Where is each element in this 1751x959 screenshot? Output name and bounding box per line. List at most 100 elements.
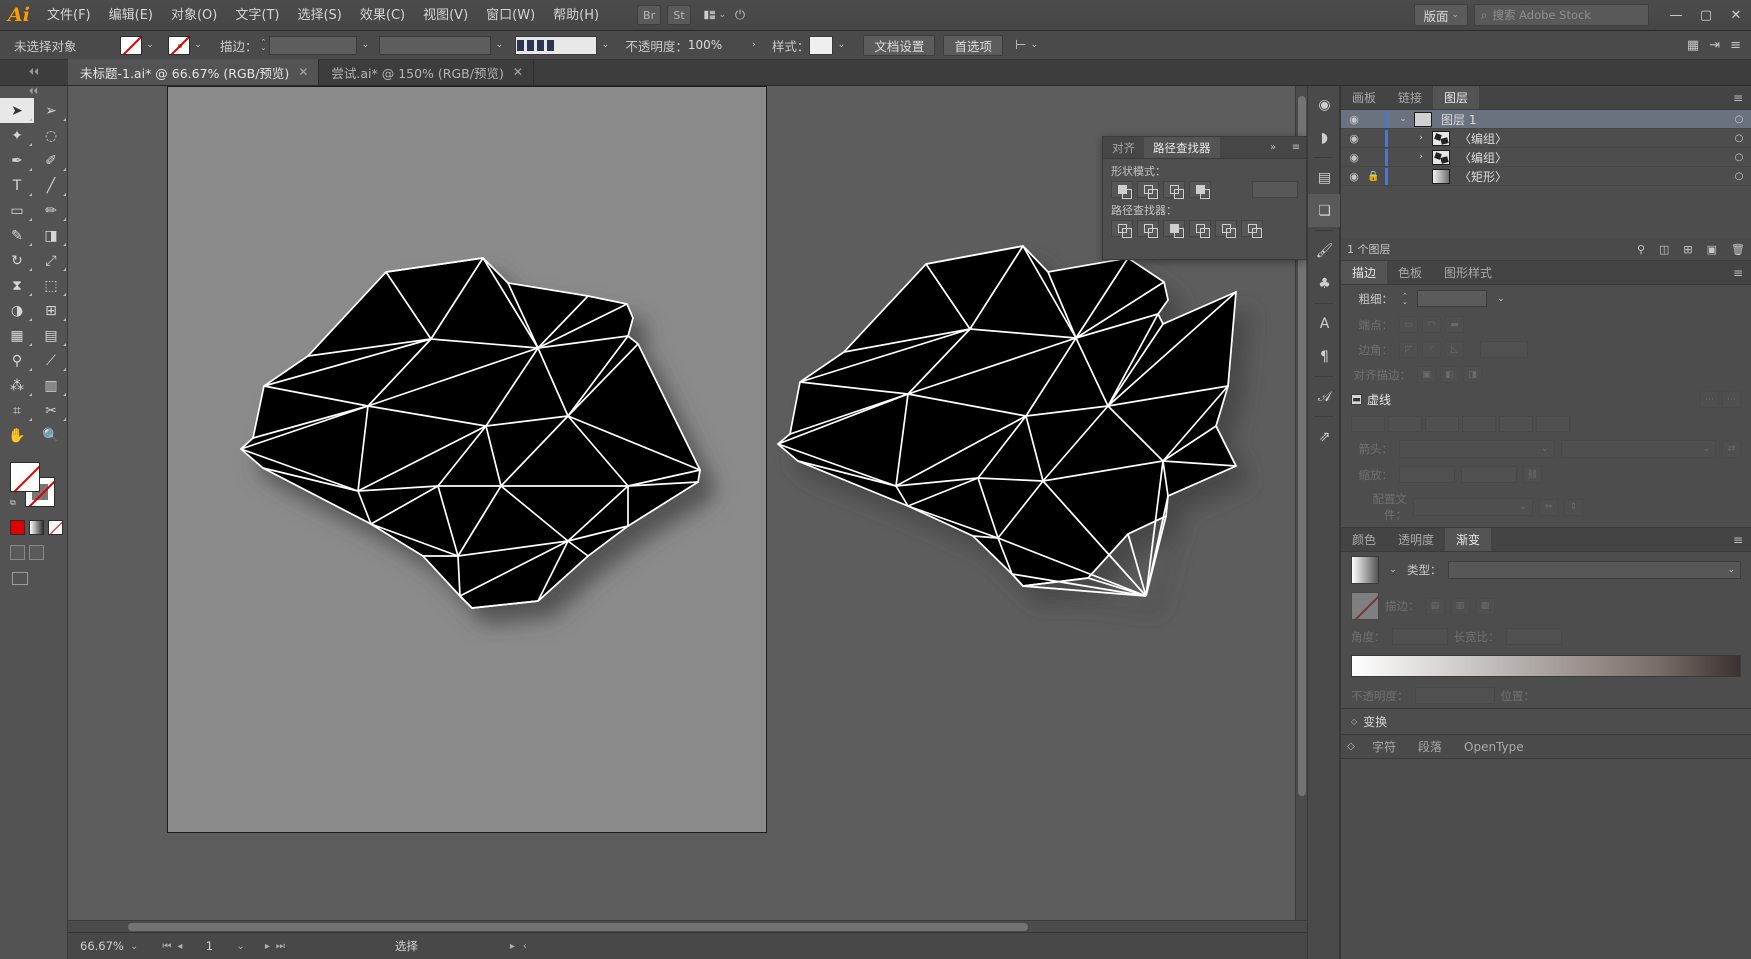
first-artboard-icon[interactable]: ⏮ xyxy=(162,941,171,952)
round-join-button[interactable]: ◜ xyxy=(1422,341,1441,358)
curvature-tool[interactable]: ✐ xyxy=(34,148,68,173)
gradient-fill-stroke-swatch[interactable] xyxy=(1351,592,1379,620)
menu-window[interactable]: 窗口(W) xyxy=(477,0,544,31)
align-inside-button[interactable]: ◧ xyxy=(1440,366,1459,383)
scale-tool[interactable]: ⤢ xyxy=(34,248,68,273)
maximize-button[interactable]: ▢ xyxy=(1691,0,1721,31)
projecting-cap-button[interactable]: ▬ xyxy=(1445,316,1464,333)
visibility-icon[interactable]: ◉ xyxy=(1346,132,1362,145)
canvas-horizontal-scroll-thumb[interactable] xyxy=(128,923,1028,931)
zoom-chevron-icon[interactable]: ⌄ xyxy=(130,941,138,952)
stroke-weight-chevron-icon[interactable]: ⌄ xyxy=(357,36,373,55)
transform-panel-header[interactable]: ◇ 变换 xyxy=(1341,709,1751,735)
visibility-icon[interactable]: ◉ xyxy=(1346,113,1362,126)
polygon-mesh-right[interactable] xyxy=(776,245,1238,597)
magic-wand-tool[interactable]: ✦ xyxy=(0,123,34,148)
artboard-number-input[interactable]: 1 xyxy=(188,939,230,953)
dash-input-1[interactable] xyxy=(1351,416,1385,432)
hand-tool[interactable]: ✋ xyxy=(0,423,34,448)
layers-panel-menu-icon[interactable]: ≡ xyxy=(1725,86,1751,109)
pathfinder-collapse-icon[interactable]: » xyxy=(1260,137,1286,158)
unite-button[interactable] xyxy=(1111,181,1133,199)
align-chevron-icon[interactable]: ⌄ xyxy=(1026,36,1042,55)
lasso-tool[interactable]: ◌ xyxy=(34,123,68,148)
fill-indicator[interactable] xyxy=(10,462,40,492)
dash-preserve-button[interactable]: ⋯ xyxy=(1700,391,1719,408)
crop-button[interactable] xyxy=(1189,220,1211,238)
gradient-angle-input[interactable] xyxy=(1391,628,1448,645)
symbol-sprayer-tool[interactable]: ⁂ xyxy=(0,373,34,398)
arrow-scale-end-input[interactable] xyxy=(1461,466,1517,483)
visibility-icon[interactable]: ◉ xyxy=(1346,151,1362,164)
bevel-join-button[interactable]: ◺ xyxy=(1445,341,1464,358)
gradient-preset-chevron-icon[interactable]: ⌄ xyxy=(1385,561,1401,580)
status-next-icon[interactable]: ▸ xyxy=(510,941,515,952)
layer-name[interactable]: 〈编组〉 xyxy=(1459,130,1723,147)
document-tab-2[interactable]: 尝试.ai* @ 150% (RGB/预览) ✕ xyxy=(319,59,534,85)
last-artboard-icon[interactable]: ⏭ xyxy=(276,941,285,952)
arrange-panel-icon[interactable]: ⇥ xyxy=(1709,38,1720,53)
tab-pathfinder[interactable]: 路径查找器 xyxy=(1144,137,1220,158)
new-layer-icon[interactable]: ▣ xyxy=(1707,243,1717,256)
next-artboard-icon[interactable]: ▸ xyxy=(265,941,270,952)
tab-artboards[interactable]: 画板 xyxy=(1341,86,1387,109)
menu-file[interactable]: 文件(F) xyxy=(38,0,100,31)
menu-select[interactable]: 选择(S) xyxy=(288,0,350,31)
default-fill-stroke-icon[interactable]: ⧉ xyxy=(10,498,16,508)
gap-input-2[interactable] xyxy=(1462,416,1496,432)
link-scale-button[interactable]: ⛓ xyxy=(1523,466,1542,483)
stroke-weight-stepper[interactable]: ⌃ ⌄ xyxy=(261,39,267,52)
menu-edit[interactable]: 编辑(E) xyxy=(100,0,162,31)
miter-limit-input[interactable] xyxy=(1480,341,1528,358)
artboard-tool[interactable]: ⌗ xyxy=(0,398,34,423)
document-grid-icon[interactable]: ▦ xyxy=(1687,38,1699,53)
align-panel-icon[interactable]: ▤ xyxy=(1308,161,1341,194)
stroke-weight-chevron-icon[interactable]: ⌄ xyxy=(1493,289,1509,308)
tab-character[interactable]: 字符 xyxy=(1361,735,1407,758)
tab-align[interactable]: 对齐 xyxy=(1103,137,1144,158)
bridge-icon[interactable]: Br xyxy=(637,5,662,25)
tab-graphic-styles[interactable]: 图形样式 xyxy=(1433,261,1503,284)
pathfinder-menu-icon[interactable]: ≡ xyxy=(1286,137,1306,158)
glyphs-icon[interactable]: 𝒜 xyxy=(1308,380,1341,413)
minimize-button[interactable]: — xyxy=(1661,0,1691,31)
gradient-stroke-across-button[interactable]: ▦ xyxy=(1475,597,1495,615)
tab-stroke[interactable]: 描边 xyxy=(1341,261,1388,284)
tab-layers[interactable]: 图层 xyxy=(1433,86,1480,109)
tab-color[interactable]: 颜色 xyxy=(1341,528,1387,551)
tab-paragraph[interactable]: 段落 xyxy=(1407,735,1453,758)
stock-search-input[interactable]: ⌕ 搜索 Adobe Stock xyxy=(1474,4,1649,26)
menu-object[interactable]: 对象(O) xyxy=(162,0,226,31)
none-swatch-button[interactable] xyxy=(48,520,63,535)
arrow-end-select[interactable]: ⌄ xyxy=(1560,440,1716,458)
menu-view[interactable]: 视图(V) xyxy=(414,0,477,31)
delete-layer-icon[interactable]: 🗑 xyxy=(1731,243,1745,256)
align-icon[interactable]: ⊢ xyxy=(1015,38,1026,53)
align-outside-button[interactable]: ◨ xyxy=(1463,366,1482,383)
expand-chevron-icon[interactable]: › xyxy=(1414,152,1428,162)
minus-back-button[interactable] xyxy=(1241,220,1263,238)
symbols-icon[interactable]: ♣ xyxy=(1308,267,1341,300)
perspective-grid-tool[interactable]: ⊞ xyxy=(34,298,68,323)
transform-expand-icon[interactable]: ◇ xyxy=(1351,717,1357,726)
screen-mode-icon[interactable] xyxy=(12,572,28,585)
locate-object-icon[interactable]: ⚲ xyxy=(1637,243,1645,256)
width-profile-select[interactable]: ⌄ xyxy=(1413,498,1533,516)
panel-menu-icon[interactable]: ≡ xyxy=(1730,38,1741,53)
gradient-opacity-input[interactable] xyxy=(1414,687,1495,704)
stroke-weight-input[interactable] xyxy=(1416,290,1487,307)
menu-effect[interactable]: 效果(C) xyxy=(351,0,414,31)
dashed-line-checkbox[interactable]: ▬ xyxy=(1351,394,1362,405)
merge-button[interactable] xyxy=(1163,220,1185,238)
layer-name[interactable]: 〈编组〉 xyxy=(1459,149,1723,166)
stroke-chevron-icon[interactable]: ⌄ xyxy=(190,36,206,55)
new-sublayer-icon[interactable]: ⊞ xyxy=(1683,243,1692,256)
menu-type[interactable]: 文字(T) xyxy=(226,0,288,31)
dash-input-3[interactable] xyxy=(1499,416,1533,432)
opacity-value[interactable]: 100% xyxy=(688,38,746,52)
status-indicator-text[interactable]: 选择 xyxy=(395,938,418,954)
style-chevron-icon[interactable]: ⌄ xyxy=(833,36,849,55)
swatches-icon[interactable]: ◗ xyxy=(1308,121,1341,154)
slice-tool[interactable]: ✂ xyxy=(34,398,68,423)
selection-tool[interactable]: ➤ xyxy=(0,98,34,123)
